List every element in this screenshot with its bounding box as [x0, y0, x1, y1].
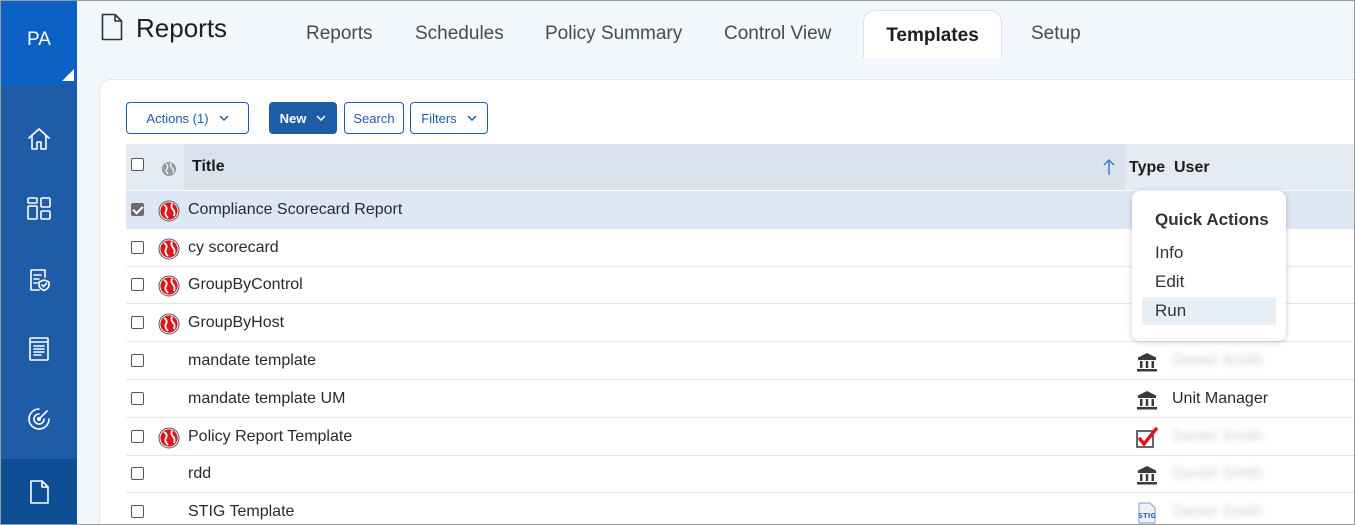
title-column-header-bg — [184, 144, 1125, 190]
select-all-checkbox[interactable] — [131, 158, 144, 171]
page-header: Reports — [77, 1, 1354, 59]
tab-setup[interactable]: Setup — [1031, 23, 1081, 45]
row-title[interactable]: Policy Report Template — [188, 428, 352, 446]
globe-icon — [162, 162, 176, 176]
column-header-title[interactable]: Title — [192, 158, 225, 176]
chevron-down-icon — [467, 115, 477, 122]
actions-button-label: Actions (1) — [146, 110, 209, 126]
row-title[interactable]: Compliance Scorecard Report — [188, 201, 402, 219]
dashboard-icon — [27, 197, 51, 220]
sidebar-item-policy[interactable] — [1, 249, 77, 309]
tab-control-view[interactable]: Control View — [724, 23, 831, 45]
globe-icon — [158, 275, 180, 297]
chevron-down-icon — [219, 115, 229, 122]
app-switcher[interactable]: PA — [1, 1, 77, 85]
quick-action-edit[interactable]: Edit — [1142, 268, 1276, 296]
sidebar-item-document[interactable] — [1, 319, 77, 379]
globe-icon — [158, 313, 180, 335]
row-title[interactable]: mandate template — [188, 352, 316, 370]
app-label: PA — [27, 29, 51, 50]
search-button[interactable]: Search — [344, 102, 404, 134]
table-row[interactable]: rdd Daniel Smith — [126, 455, 1354, 493]
quick-actions-menu: Quick Actions Info Edit Run — [1132, 191, 1286, 341]
chevron-down-icon — [316, 115, 326, 122]
row-title[interactable]: cy scorecard — [188, 239, 279, 257]
sidebar-item-dashboard[interactable] — [1, 179, 77, 239]
row-checkbox[interactable] — [131, 392, 144, 405]
document-list-icon — [29, 337, 49, 361]
column-header-type[interactable]: Type — [1129, 159, 1165, 177]
row-checkbox[interactable] — [131, 316, 144, 329]
actions-button[interactable]: Actions (1) — [126, 102, 249, 134]
row-user: Daniel Smith — [1172, 428, 1263, 445]
table-header — [126, 144, 1354, 190]
tab-templates[interactable]: Templates — [863, 10, 1002, 58]
home-icon — [28, 128, 50, 150]
row-user: Unit Manager — [1172, 390, 1269, 407]
quick-action-run[interactable]: Run — [1142, 297, 1276, 325]
row-title[interactable]: rdd — [188, 465, 211, 483]
sort-ascending-icon[interactable] — [1102, 157, 1116, 177]
row-checkbox[interactable] — [131, 467, 144, 480]
row-checkbox[interactable] — [131, 354, 144, 367]
policy-shield-icon — [30, 269, 50, 292]
filters-button-label: Filters — [421, 110, 457, 126]
mandate-icon — [1137, 466, 1157, 485]
new-button[interactable]: New — [269, 102, 337, 134]
table-row[interactable]: mandate template UM Unit Manager — [126, 380, 1354, 418]
sidebar-item-reports[interactable] — [1, 459, 77, 524]
globe-icon — [158, 238, 180, 260]
stig-icon: STIG — [1138, 502, 1156, 524]
tab-schedules[interactable]: Schedules — [415, 23, 504, 45]
row-checkbox[interactable] — [131, 278, 144, 291]
row-user: Daniel Smith — [1172, 465, 1263, 482]
policy-check-icon — [1136, 427, 1158, 448]
filters-button[interactable]: Filters — [410, 102, 488, 134]
page-icon — [30, 480, 49, 504]
quick-actions-title: Quick Actions — [1155, 210, 1269, 229]
column-header-user[interactable]: User — [1174, 159, 1210, 177]
tab-policy-summary[interactable]: Policy Summary — [545, 23, 682, 45]
row-title[interactable]: GroupByControl — [188, 276, 303, 294]
radar-icon — [28, 408, 50, 430]
app-window: PA Reports Reports Schedules Policy Summ… — [0, 0, 1355, 525]
mandate-icon — [1137, 353, 1157, 372]
table-row[interactable]: STIG Template STIG Daniel Smith — [126, 493, 1354, 524]
page-title: Reports — [136, 13, 228, 43]
svg-text:STIG: STIG — [1138, 512, 1156, 520]
mandate-icon — [1137, 391, 1157, 410]
sidebar: PA — [1, 1, 77, 524]
row-checkbox[interactable] — [131, 241, 144, 254]
row-title[interactable]: STIG Template — [188, 503, 294, 521]
row-user: Daniel Smith — [1172, 352, 1263, 369]
sidebar-item-home[interactable] — [1, 109, 77, 169]
row-checkbox[interactable] — [131, 505, 144, 518]
table-row[interactable]: Policy Report Template Daniel Smith — [126, 418, 1354, 456]
quick-action-info[interactable]: Info — [1142, 239, 1276, 267]
row-title[interactable]: mandate template UM — [188, 390, 345, 408]
new-button-label: New — [279, 110, 307, 126]
table-row[interactable]: mandate template Daniel Smith — [126, 342, 1354, 380]
reports-page-icon — [101, 13, 123, 41]
sidebar-item-scan[interactable] — [1, 389, 77, 449]
row-user: Daniel Smith — [1172, 503, 1263, 520]
app-menu-corner-icon — [62, 69, 74, 81]
row-title[interactable]: GroupByHost — [188, 314, 284, 332]
globe-icon — [158, 427, 180, 449]
row-checkbox[interactable] — [131, 430, 144, 443]
tab-reports[interactable]: Reports — [306, 23, 373, 45]
globe-icon — [158, 200, 180, 222]
row-checkbox[interactable] — [131, 203, 144, 216]
